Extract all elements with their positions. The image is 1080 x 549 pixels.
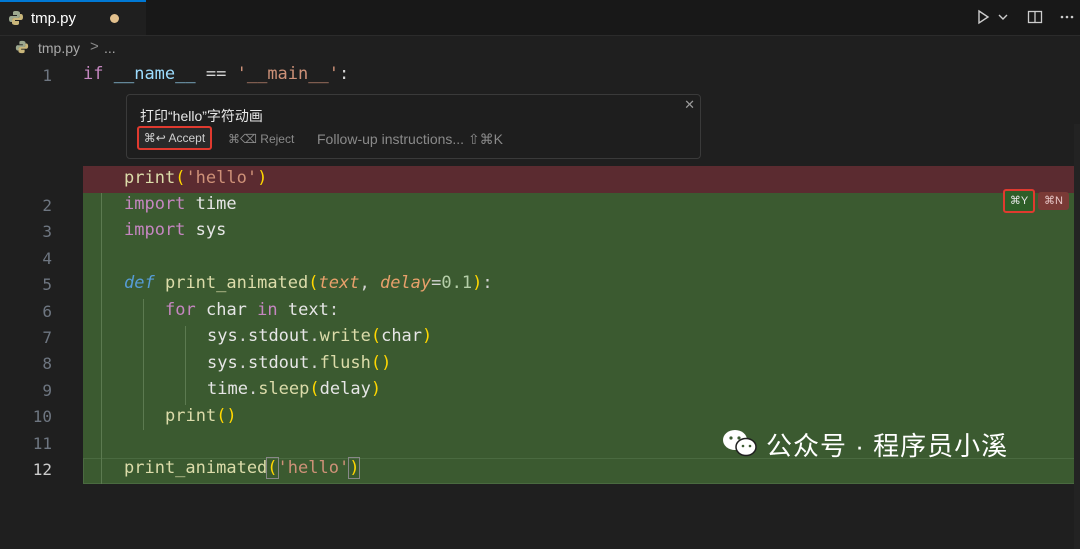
code-token: sleep <box>258 379 310 399</box>
breadcrumb-more[interactable]: ... <box>104 40 116 56</box>
code-line-7: sys.stdout.write(char) <box>207 326 433 346</box>
code-line-1: if __name__ == '__main__': <box>83 64 349 84</box>
line-number: 8 <box>42 354 52 373</box>
code-token: text <box>287 300 329 320</box>
code-token: flush <box>319 353 371 373</box>
tab-bar: tmp.py <box>0 0 1080 36</box>
tab-filename: tmp.py <box>31 10 77 27</box>
run-icon[interactable] <box>972 6 994 28</box>
line-number: 1 <box>42 66 52 85</box>
code-token: in <box>257 300 278 320</box>
code-token: 'hello' <box>185 168 258 188</box>
python-file-icon <box>9 11 23 25</box>
code-token: sys <box>195 220 227 240</box>
line-number-current: 12 <box>32 460 52 479</box>
prompt-instruction: 打印“hello”字符动画 <box>140 108 263 124</box>
code-token: 'hello' <box>277 458 350 478</box>
code-token: __name__ <box>113 64 196 84</box>
line-number: 10 <box>32 407 52 426</box>
code-line-2: import time <box>124 194 237 214</box>
breadcrumb-file[interactable]: tmp.py <box>38 40 80 56</box>
inline-edit-prompt: 打印“hello”字符动画 ✕ ⌘↩ Accept ⌘⌫ Reject Foll… <box>126 94 701 159</box>
code-token: time <box>207 379 248 399</box>
vertical-scrollbar[interactable] <box>1074 124 1080 549</box>
code-token: print <box>165 406 217 426</box>
code-token: 0.1 <box>441 273 473 293</box>
reject-diff-button[interactable]: ⌘N <box>1038 192 1069 210</box>
code-line-3: import sys <box>124 220 226 240</box>
code-token: time <box>195 194 237 214</box>
code-token: delay <box>319 379 371 399</box>
line-number: 11 <box>32 434 52 453</box>
code-token: sys <box>207 353 238 373</box>
split-editor-icon[interactable] <box>1024 6 1046 28</box>
line-number: 4 <box>42 249 52 268</box>
code-token: stdout <box>247 353 310 373</box>
code-token: sys <box>207 326 238 346</box>
code-token: == <box>205 64 227 84</box>
accept-button[interactable]: ⌘↩ Accept <box>137 126 212 150</box>
wechat-logo-icon <box>723 430 757 457</box>
indent-guide <box>185 326 186 405</box>
line-number: 2 <box>42 196 52 215</box>
followup-input[interactable]: Follow-up instructions... ⇧⌘K <box>317 131 503 148</box>
code-line-5: def print_animated(text, delay=0.1): <box>124 273 493 293</box>
line-number: 3 <box>42 222 52 241</box>
code-token: def <box>124 273 155 293</box>
code-line-6: for char in text: <box>165 300 340 320</box>
code-token: char <box>381 326 423 346</box>
code-line-10: print() <box>165 406 237 426</box>
code-token: print <box>124 168 176 188</box>
line-number: 7 <box>42 328 52 347</box>
close-icon[interactable]: ✕ <box>684 97 695 113</box>
code-token: text <box>318 273 360 293</box>
code-line-9: time.sleep(delay) <box>207 379 382 399</box>
code-token: delay <box>379 273 432 293</box>
code-token: import <box>124 220 186 240</box>
code-line-8: sys.stdout.flush() <box>207 353 392 373</box>
more-actions-icon[interactable] <box>1056 6 1078 28</box>
breadcrumb: tmp.py > ... <box>0 36 1080 62</box>
accept-diff-button[interactable]: ⌘Y <box>1003 189 1035 213</box>
code-token: char <box>205 300 247 320</box>
code-line-12: print_animated('hello') <box>124 457 361 479</box>
unsaved-dot-icon[interactable] <box>110 14 119 23</box>
python-file-icon <box>15 40 29 54</box>
indent-guide <box>143 299 144 430</box>
code-token: stdout <box>247 326 310 346</box>
code-token: : <box>338 64 350 84</box>
code-token: '__main__' <box>236 64 339 84</box>
code-token: write <box>319 326 371 346</box>
code-token: for <box>165 300 196 320</box>
code-token: if <box>83 64 104 84</box>
indent-guide <box>101 193 102 484</box>
breadcrumb-chevron-icon: > <box>90 38 99 55</box>
line-number: 5 <box>42 275 52 294</box>
code-token: import <box>124 194 186 214</box>
code-line-removed: print('hello') <box>124 168 268 188</box>
line-number: 6 <box>42 302 52 321</box>
line-number: 9 <box>42 381 52 400</box>
code-token: print_animated <box>124 458 268 478</box>
watermark-text: 公众号 · 程序员小溪 <box>766 431 1009 461</box>
chevron-down-icon[interactable] <box>992 6 1014 28</box>
reject-button[interactable]: ⌘⌫ Reject <box>228 132 294 146</box>
code-token: print_animated <box>164 273 309 293</box>
editor-tab-tmp-py[interactable]: tmp.py <box>0 0 146 35</box>
